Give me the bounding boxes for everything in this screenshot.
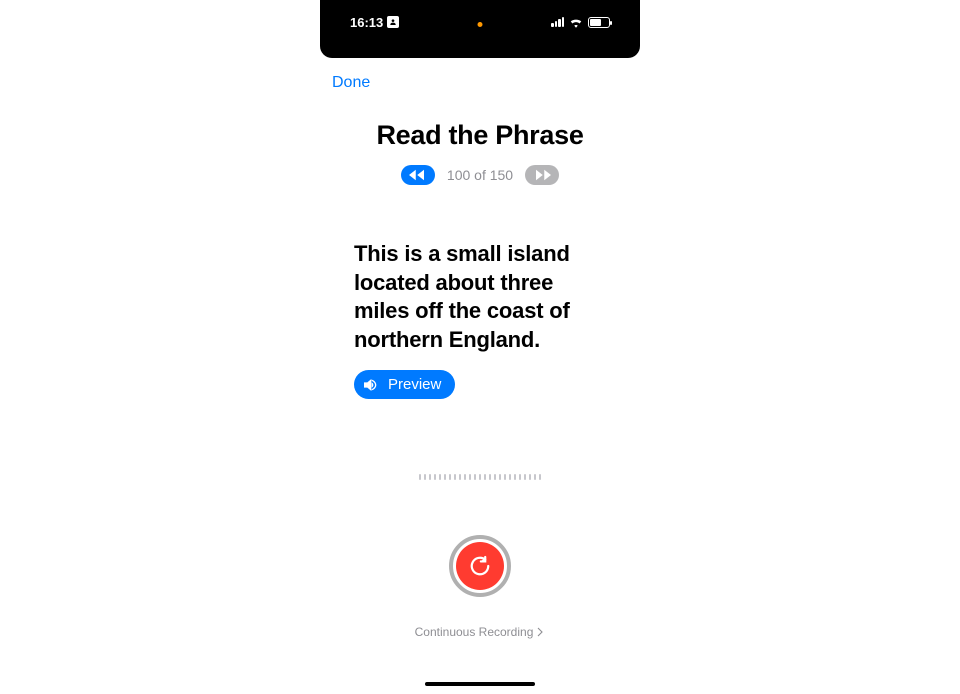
fast-forward-icon <box>533 169 551 181</box>
record-inner-icon <box>456 542 504 590</box>
previous-phrase-button[interactable] <box>401 165 435 185</box>
continuous-recording-label: Continuous Recording <box>415 625 534 639</box>
statusbar-left: 16:13 <box>350 15 399 30</box>
rewind-icon <box>409 169 427 181</box>
contact-card-icon <box>387 16 399 28</box>
wifi-icon <box>569 17 583 28</box>
statusbar-background: 16:13 <box>320 0 640 58</box>
phrase-text: This is a small island located about thr… <box>354 240 606 354</box>
phone-frame: 16:13 Done Read the Phrase <box>320 0 640 694</box>
next-phrase-button[interactable] <box>525 165 559 185</box>
continuous-recording-link[interactable]: Continuous Recording <box>332 625 628 639</box>
preview-button[interactable]: Preview <box>354 370 455 399</box>
statusbar-right <box>551 17 610 28</box>
phrase-counter: 100 of 150 <box>447 167 513 183</box>
record-button[interactable] <box>449 535 511 597</box>
chevron-right-icon <box>535 627 545 637</box>
done-button[interactable]: Done <box>332 70 370 96</box>
statusbar: 16:13 <box>320 0 640 44</box>
preview-label: Preview <box>388 376 441 393</box>
cellular-signal-icon <box>551 17 564 27</box>
restart-icon <box>469 555 491 577</box>
recording-indicator-dot-icon <box>478 22 483 27</box>
speaker-icon <box>364 378 380 392</box>
modal-sheet: Done Read the Phrase 100 of 150 This is … <box>320 58 640 639</box>
audio-waveform <box>332 474 628 480</box>
phrase-pager: 100 of 150 <box>332 165 628 185</box>
statusbar-time: 16:13 <box>350 15 383 30</box>
page-title: Read the Phrase <box>332 120 628 151</box>
battery-icon <box>588 17 610 28</box>
home-indicator[interactable] <box>425 682 535 686</box>
